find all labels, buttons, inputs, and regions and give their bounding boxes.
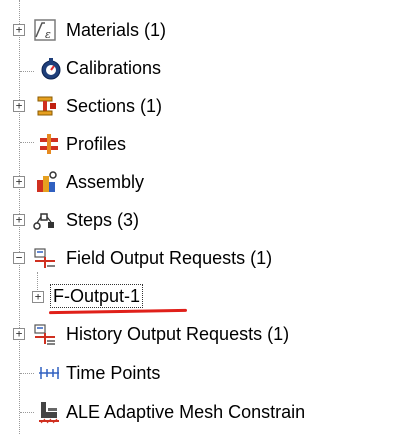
expand-materials-button[interactable]: + [13,24,25,36]
tree-item-label[interactable]: Assembly [64,171,146,193]
sections-icon [34,94,58,118]
tree-item-history-output-requests[interactable]: + History Output Requests (1) [0,318,395,350]
ale-adaptive-mesh-constraint-icon [37,400,61,424]
tree-item-label[interactable]: F-Output-1 [49,284,144,308]
collapse-field-output-requests-button[interactable]: − [13,252,25,264]
tree-item-label[interactable]: History Output Requests (1) [64,323,291,345]
materials-icon: ε [33,18,57,42]
expand-steps-button[interactable]: + [13,214,25,226]
tree-item-ale-adaptive-mesh-constraints[interactable]: ALE Adaptive Mesh Constrain [0,396,395,428]
svg-text:ε: ε [45,28,51,41]
expand-f-output-1-button[interactable]: + [32,291,44,303]
tree-item-label[interactable]: Field Output Requests (1) [64,247,274,269]
tree-item-steps[interactable]: + Steps (3) [0,204,395,236]
profiles-icon [37,132,61,156]
tree-item-f-output-1[interactable]: + F-Output-1 [0,281,395,313]
tree-item-time-points[interactable]: Time Points [0,357,395,389]
expand-history-output-requests-button[interactable]: + [13,328,25,340]
time-points-icon [37,361,61,385]
assembly-icon [34,170,58,194]
tree-item-materials[interactable]: + ε Materials (1) [0,14,395,46]
calibrations-icon [39,57,63,81]
tree-item-label[interactable]: Time Points [64,362,162,384]
tree-item-label[interactable]: Sections (1) [64,95,164,117]
history-output-requests-icon [33,322,57,346]
tree-item-field-output-requests[interactable]: − Field Output Requests (1) [0,242,395,274]
tree-item-calibrations[interactable]: Calibrations [0,52,395,84]
steps-icon [32,208,56,232]
tree-item-label[interactable]: Steps (3) [64,209,141,231]
expand-sections-button[interactable]: + [13,100,25,112]
model-tree: + ε Materials (1) Calibrations + Section… [0,0,395,434]
tree-item-label[interactable]: Calibrations [64,57,163,79]
tree-item-label[interactable]: ALE Adaptive Mesh Constrain [64,401,307,423]
tree-item-label[interactable]: Profiles [64,133,128,155]
field-output-requests-icon [33,246,57,270]
tree-item-sections[interactable]: + Sections (1) [0,90,395,122]
tree-item-label[interactable]: Materials (1) [64,19,168,41]
tree-item-profiles[interactable]: Profiles [0,128,395,160]
expand-assembly-button[interactable]: + [13,176,25,188]
tree-item-assembly[interactable]: + Assembly [0,166,395,198]
